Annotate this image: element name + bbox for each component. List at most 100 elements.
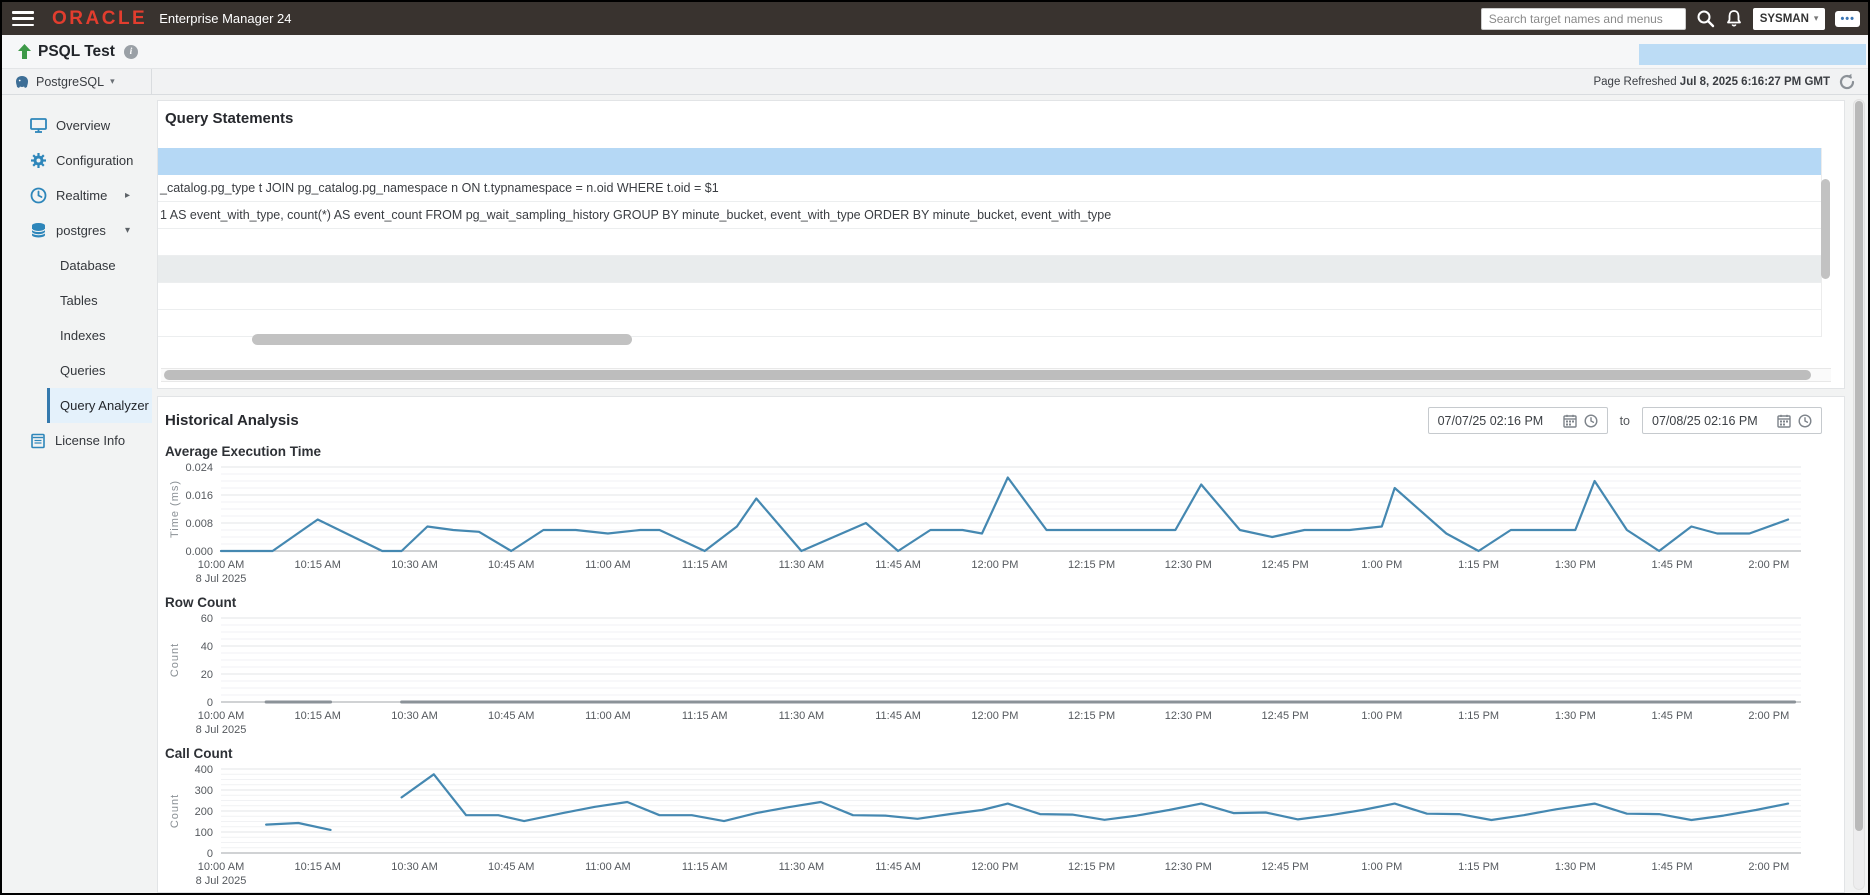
row-count-plot: 0 20 40 60 Count 10:00 AM 10:15 AM 10:30 AM 10:4… [169,613,1801,736]
database-icon [31,223,46,238]
svg-text:10:30 AM: 10:30 AM [391,559,437,571]
svg-text:0.024: 0.024 [185,462,213,474]
clock-icon[interactable] [1798,413,1812,428]
page-refreshed-time: Jul 8, 2025 6:16:27 PM GMT [1679,75,1830,88]
query-statements-title: Query Statements [165,110,294,127]
refresh-icon[interactable] [1838,73,1856,91]
page-refreshed-text: Page Refreshed Jul 8, 2025 6:16:27 PM GM… [1593,75,1830,88]
svg-text:2:00 PM: 2:00 PM [1748,861,1789,873]
panel-horizontal-scrollbar[interactable] [161,368,1831,382]
svg-text:400: 400 [195,764,213,776]
calendar-icon[interactable] [1562,414,1577,428]
historical-analysis-title: Historical Analysis [165,412,299,429]
query-row-selected[interactable] [158,148,1821,175]
svg-text:11:00 AM: 11:00 AM [585,861,631,873]
date-from-value: 07/07/25 02:16 PM [1437,413,1544,428]
sidebar-item-overview[interactable]: Overview [2,108,152,143]
svg-text:Count: Count [169,643,181,677]
svg-text:8 Jul 2025: 8 Jul 2025 [196,875,247,887]
sidebar-item-configuration[interactable]: Configuration [2,143,152,178]
svg-text:12:00 PM: 12:00 PM [971,559,1018,571]
date-to-input[interactable]: 07/08/25 02:16 PM [1642,407,1822,434]
sidebar-item-indexes[interactable]: Indexes [47,318,152,353]
avg-execution-time-chart: Average Execution Time 0.000 0.008 0.016 0.… [158,444,1844,585]
svg-text:1:00 PM: 1:00 PM [1361,861,1402,873]
svg-text:10:30 AM: 10:30 AM [391,710,437,722]
query-row[interactable] [158,310,1821,337]
search-input[interactable] [1480,7,1686,30]
svg-text:10:00 AM: 10:00 AM [198,861,244,873]
clock-icon[interactable] [1584,413,1598,428]
svg-text:11:45 AM: 11:45 AM [875,710,921,722]
sidebar-item-tables[interactable]: Tables [47,283,152,318]
query-row[interactable]: 1 AS event_with_type, count(*) AS event_… [158,202,1821,229]
svg-text:1:15 PM: 1:15 PM [1458,559,1499,571]
svg-text:Time (ms): Time (ms) [169,480,181,538]
date-to-value: 07/08/25 02:16 PM [1652,413,1758,428]
notifications-bell-icon[interactable] [1725,9,1743,28]
svg-text:11:00 AM: 11:00 AM [585,559,631,571]
svg-text:11:30 AM: 11:30 AM [779,559,825,571]
product-name: Enterprise Manager 24 [159,11,292,26]
svg-text:Count: Count [169,794,181,828]
svg-text:1:30 PM: 1:30 PM [1555,559,1596,571]
scrollbar-thumb[interactable] [1855,101,1863,831]
sidebar-item-license-info[interactable]: License Info [2,423,152,458]
sidebar-item-realtime[interactable]: Realtime ▸ [2,178,152,213]
svg-text:12:45 PM: 12:45 PM [1262,710,1309,722]
page-vertical-scrollbar[interactable] [1853,99,1865,890]
svg-text:1:15 PM: 1:15 PM [1458,710,1499,722]
svg-text:11:15 AM: 11:15 AM [682,710,728,722]
gear-icon [31,153,46,168]
scrollbar-thumb[interactable] [164,370,1812,380]
target-type-menu[interactable]: PostgreSQL ▾ [2,69,152,94]
svg-text:12:15 PM: 12:15 PM [1068,559,1115,571]
svg-text:11:00 AM: 11:00 AM [585,710,631,722]
svg-text:1:00 PM: 1:00 PM [1361,710,1402,722]
query-row[interactable] [158,229,1821,256]
svg-text:60: 60 [201,613,213,625]
sidebar-item-label: Query Analyzer [60,398,149,413]
oracle-logo: ORACLE [52,7,148,29]
user-menu[interactable]: SYSMAN ▾ [1752,7,1826,30]
sidebar-item-queries[interactable]: Queries [47,353,152,388]
query-statements-table: _catalog.pg_type t JOIN pg_catalog.pg_na… [158,148,1822,337]
query-row[interactable] [158,283,1821,310]
svg-text:12:30 PM: 12:30 PM [1165,710,1212,722]
query-row[interactable]: _catalog.pg_type t JOIN pg_catalog.pg_na… [158,175,1821,202]
svg-text:2:00 PM: 2:00 PM [1748,559,1789,571]
query-statements-panel: Query Statements _catalog.pg_type t JOIN… [157,100,1845,389]
sidebar-item-postgres[interactable]: postgres ▾ [2,213,152,248]
info-icon[interactable]: i [123,44,138,59]
chart-title: Average Execution Time [165,444,322,459]
table-vertical-scrollbar[interactable] [1821,179,1830,279]
sidebar-item-query-analyzer[interactable]: Query Analyzer [47,388,152,423]
svg-text:10:45 AM: 10:45 AM [488,861,534,873]
hamburger-menu-icon[interactable] [12,11,34,26]
sidebar-item-database[interactable]: Database [47,248,152,283]
table-horizontal-scrollbar[interactable] [252,334,632,345]
svg-text:12:45 PM: 12:45 PM [1262,861,1309,873]
svg-text:10:45 AM: 10:45 AM [488,559,534,571]
main-content: Query Statements _catalog.pg_type t JOIN… [152,95,1868,893]
svg-text:12:00 PM: 12:00 PM [971,710,1018,722]
app-window: ORACLE Enterprise Manager 24 SYSMAN ▾ ••… [0,0,1870,895]
postgresql-elephant-icon [16,75,28,88]
query-row[interactable] [158,256,1821,283]
avg-execution-time-plot: 0.000 0.008 0.016 0.024 Time (ms) 10:00 AM 10:… [169,462,1801,585]
svg-text:11:15 AM: 11:15 AM [682,559,728,571]
svg-text:0.008: 0.008 [185,518,213,530]
target-type-label: PostgreSQL [36,74,105,89]
svg-text:1:30 PM: 1:30 PM [1555,710,1596,722]
historical-analysis-header: Historical Analysis 07/07/25 02:16 PM to… [158,397,1844,434]
search-icon[interactable] [1696,9,1715,28]
sidebar: Overview Configuration Realtime ▸ postgr… [2,95,152,893]
clock-icon [30,187,47,204]
row-count-chart: Row Count 0 20 40 60 Count 10:00 AM 10:15 AM 10… [158,595,1844,736]
overflow-menu-icon[interactable]: ••• [1835,10,1860,27]
chevron-right-icon: ▸ [124,190,130,201]
page-header: PSQL Test i [2,35,1868,69]
date-from-input[interactable]: 07/07/25 02:16 PM [1427,407,1608,434]
calendar-icon[interactable] [1777,414,1791,428]
chevron-down-icon: ▾ [1813,13,1819,23]
